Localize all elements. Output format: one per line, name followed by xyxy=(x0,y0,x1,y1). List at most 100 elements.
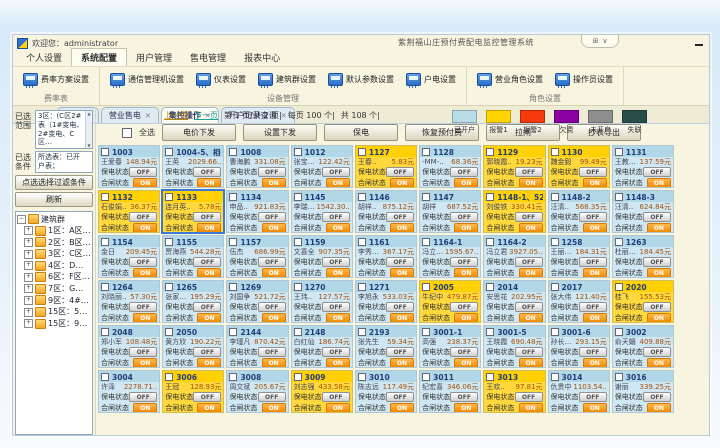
meter-checkbox[interactable] xyxy=(101,148,109,156)
hezha-on-button[interactable]: ON xyxy=(519,178,543,188)
baodian-off-button[interactable]: OFF xyxy=(129,257,157,267)
meter-checkbox[interactable] xyxy=(358,373,366,381)
meter-card[interactable]: 2193 张先生 59.34元 保电状态 OFF 合闸状态 ON xyxy=(355,325,417,368)
tree-item[interactable]: + 2区：B区1#井(变… xyxy=(17,237,91,249)
meter-card[interactable]: 3011 纪宏喜 346.06元 保电状态 OFF 合闸状态 ON xyxy=(419,370,481,413)
hezha-on-button[interactable]: ON xyxy=(326,313,350,323)
pick-filter-button[interactable]: 点选选择过滤条件 xyxy=(15,175,93,190)
expand-icon[interactable]: + xyxy=(24,261,33,270)
meter-card[interactable]: 1004-5、相一 王英 2029.66.. 保电状态 OFF 合闸状态 O xyxy=(162,145,224,188)
expand-icon[interactable]: + xyxy=(24,226,33,235)
hezha-on-button[interactable]: ON xyxy=(390,403,414,413)
meter-card[interactable]: 1012 张宝仪.. 122.42元 保电状态 OFF 合闸状态 ON xyxy=(291,145,353,188)
meter-checkbox[interactable] xyxy=(486,193,494,201)
meter-card[interactable]: 2017 张大伟 121.40元 保电状态 OFF 合闸状态 ON xyxy=(548,280,610,323)
selected-range-box[interactable]: 3区：(C区2#表（1#变电、2#变电、C区… ▲▼ xyxy=(35,110,93,149)
meter-card[interactable]: 2048 郑小军 108.48元 保电状态 OFF 合闸状态 ON xyxy=(98,325,160,368)
hezha-on-button[interactable]: ON xyxy=(583,268,607,278)
baodian-off-button[interactable]: OFF xyxy=(258,302,286,312)
meter-checkbox[interactable] xyxy=(294,148,302,156)
baodian-off-button[interactable]: OFF xyxy=(193,257,221,267)
meter-card[interactable]: 3009 刘志强 433.58元 保电状态 OFF 合闸状态 ON xyxy=(291,370,353,413)
meter-checkbox[interactable] xyxy=(615,238,623,246)
expand-icon[interactable]: + xyxy=(24,284,33,293)
meter-card[interactable]: 3001-5 王晓霞 690.48元 保电状态 OFF 合闸状态 ON xyxy=(483,325,545,368)
hezha-on-button[interactable]: ON xyxy=(647,358,671,368)
hezha-on-button[interactable]: ON xyxy=(262,313,286,323)
meter-checkbox[interactable] xyxy=(615,328,623,336)
meter-card[interactable]: 3014 仇贵中 1103.54.. 保电状态 OFF 合闸状态 ON xyxy=(548,370,610,413)
baodian-off-button[interactable]: OFF xyxy=(579,212,607,222)
meter-checkbox[interactable] xyxy=(551,373,559,381)
meter-checkbox[interactable] xyxy=(358,238,366,246)
baodian-off-button[interactable]: OFF xyxy=(129,212,157,222)
hezha-on-button[interactable]: ON xyxy=(326,268,350,278)
baodian-off-button[interactable]: OFF xyxy=(643,392,671,402)
hezha-on-button[interactable]: ON xyxy=(197,178,221,188)
tree-item[interactable]: + 4区：D区1#井（… xyxy=(17,260,91,272)
meter-card[interactable]: 1164-1 冯立君.. 1595.67.. 保电状态 OFF 合闸状态 O xyxy=(419,235,481,278)
baodian-off-button[interactable]: OFF xyxy=(643,257,671,267)
meter-card[interactable]: 1134 申品.. 921.83元 保电状态 OFF 合闸状态 ON xyxy=(226,190,288,233)
ribbon-button[interactable]: 通信管理机设置 xyxy=(104,71,190,88)
tree-root[interactable]: − 建筑群 xyxy=(17,214,91,226)
hezha-on-button[interactable]: ON xyxy=(197,358,221,368)
baodian-off-button[interactable]: OFF xyxy=(193,392,221,402)
hezha-on-button[interactable]: ON xyxy=(583,178,607,188)
baodian-off-button[interactable]: OFF xyxy=(450,167,478,177)
baodian-off-button[interactable]: OFF xyxy=(386,347,414,357)
meter-checkbox[interactable] xyxy=(165,328,173,336)
baodian-off-button[interactable]: OFF xyxy=(643,212,671,222)
meter-checkbox[interactable] xyxy=(101,373,109,381)
baodian-off-button[interactable]: OFF xyxy=(643,302,671,312)
meter-card[interactable]: 1128 -MM-.. 68.36元 保电状态 OFF 合闸状态 ON xyxy=(419,145,481,188)
baodian-off-button[interactable]: OFF xyxy=(515,212,543,222)
meter-card[interactable]: 1159 文喜全 907.35元 保电状态 OFF 合闸状态 ON xyxy=(291,235,353,278)
meter-card[interactable]: 3004 许泽 2278.71.. 保电状态 OFF 合闸状态 ON xyxy=(98,370,160,413)
meter-checkbox[interactable] xyxy=(422,148,430,156)
meter-checkbox[interactable] xyxy=(165,283,173,291)
prev-page-link[interactable]: 上一页 xyxy=(164,110,188,121)
meter-checkbox[interactable] xyxy=(551,238,559,246)
meter-card[interactable]: 1145 李瑞先.. 1542.30.. 保电状态 OFF 合闸状态 ON xyxy=(291,190,353,233)
baodian-off-button[interactable]: OFF xyxy=(193,212,221,222)
meter-card[interactable]: 3002 俞天媚 409.88元 保电状态 OFF 合闸状态 ON xyxy=(612,325,674,368)
hezha-on-button[interactable]: ON xyxy=(326,358,350,368)
meter-checkbox[interactable] xyxy=(358,193,366,201)
baodian-off-button[interactable]: OFF xyxy=(129,302,157,312)
meter-checkbox[interactable] xyxy=(615,193,623,201)
meter-card[interactable]: 1130 魏金毅 99.49元 保电状态 OFF 合闸状态 ON xyxy=(548,145,610,188)
meter-checkbox[interactable] xyxy=(294,373,302,381)
hezha-on-button[interactable]: ON xyxy=(133,403,157,413)
baodian-off-button[interactable]: OFF xyxy=(322,302,350,312)
style-icon[interactable]: ⊞ xyxy=(593,37,599,45)
next-page-link[interactable]: 下一页 xyxy=(194,110,218,121)
hezha-on-button[interactable]: ON xyxy=(390,313,414,323)
meter-card[interactable]: 2144 李瑾凡 870.42元 保电状态 OFF 合闸状态 ON xyxy=(226,325,288,368)
hezha-on-button[interactable]: ON xyxy=(390,358,414,368)
expand-icon[interactable]: + xyxy=(24,273,33,282)
refresh-button[interactable]: 刷新 xyxy=(15,192,93,207)
meter-card[interactable]: 1129 郭晓霞.. 19.23元 保电状态 OFF 合闸状态 ON xyxy=(483,145,545,188)
baodian-off-button[interactable]: OFF xyxy=(515,167,543,177)
select-all-checkbox[interactable] xyxy=(122,128,132,138)
meter-checkbox[interactable] xyxy=(422,283,430,291)
meter-checkbox[interactable] xyxy=(486,238,494,246)
meter-checkbox[interactable] xyxy=(294,283,302,291)
meter-checkbox[interactable] xyxy=(101,238,109,246)
hezha-on-button[interactable]: ON xyxy=(647,223,671,233)
meter-card[interactable]: 1146 胡祥.. 875.12元 保电状态 OFF 合闸状态 ON xyxy=(355,190,417,233)
tree-item[interactable]: + 6区：F区1#井（… xyxy=(17,271,91,283)
tree-item[interactable]: + 15区：5#变站（… xyxy=(17,306,91,318)
ribbon-tab[interactable]: 用户管理 xyxy=(127,49,181,66)
hezha-on-button[interactable]: ON xyxy=(519,313,543,323)
meter-checkbox[interactable] xyxy=(615,373,623,381)
meter-checkbox[interactable] xyxy=(422,193,430,201)
hezha-on-button[interactable]: ON xyxy=(133,178,157,188)
hezha-on-button[interactable]: ON xyxy=(519,358,543,368)
meter-checkbox[interactable] xyxy=(229,373,237,381)
hezha-on-button[interactable]: ON xyxy=(133,358,157,368)
meter-card[interactable]: 1003 王爱春 148.94元 保电状态 OFF 合闸状态 ON xyxy=(98,145,160,188)
meter-card[interactable]: 2014 安思花 202.95元 保电状态 OFF 合闸状态 ON xyxy=(483,280,545,323)
meter-card[interactable]: 1263 杜丽霞.. 184.45元 保电状态 OFF 合闸状态 ON xyxy=(612,235,674,278)
